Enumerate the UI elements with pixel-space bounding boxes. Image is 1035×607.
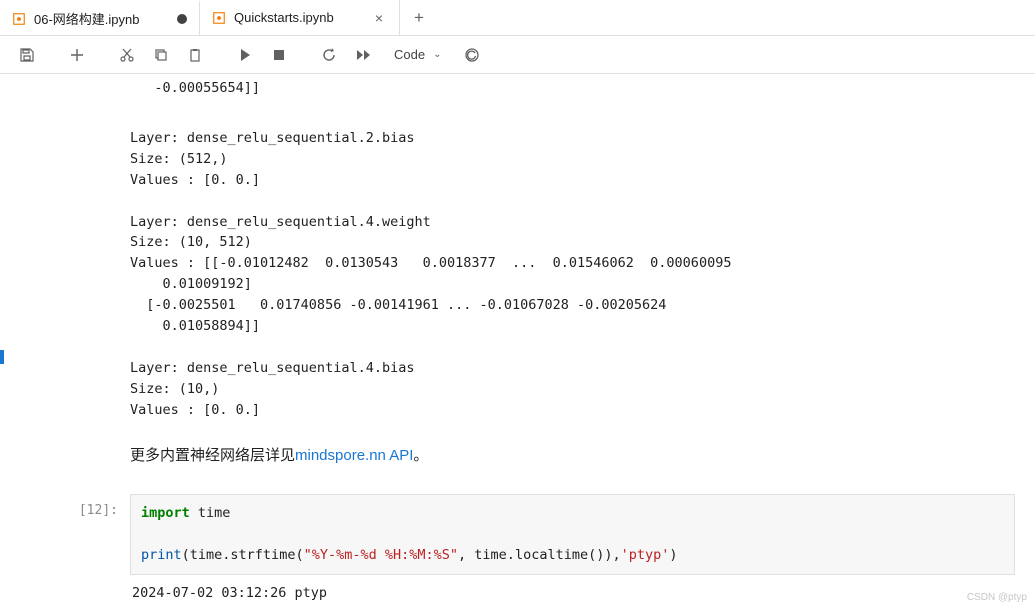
method: strftime xyxy=(230,547,295,563)
restart-run-all-button[interactable] xyxy=(348,40,378,70)
chevron-down-icon: ⌄ xyxy=(433,49,441,60)
restart-icon xyxy=(321,47,337,63)
code-text: (time. xyxy=(182,547,231,563)
notebook-area[interactable]: -0.00055654]] Layer: dense_relu_sequenti… xyxy=(0,74,1035,607)
builtin: print xyxy=(141,547,182,563)
code-cell[interactable]: [12]: import time print(time.strftime("%… xyxy=(20,494,1015,575)
markdown-cell: 更多内置神经网络层详见mindspore.nn API。 xyxy=(0,425,1035,487)
watermark: CSDN @ptyp xyxy=(967,592,1027,603)
code-text: , time. xyxy=(458,547,515,563)
api-link[interactable]: mindspore.nn API xyxy=(295,447,413,464)
keyword: import xyxy=(141,505,190,521)
insert-cell-button[interactable] xyxy=(62,40,92,70)
code-text: ) xyxy=(669,547,677,563)
string: "%Y-%m-%d %H:%M:%S" xyxy=(304,547,458,563)
notebook-icon xyxy=(12,12,26,26)
plus-icon xyxy=(69,47,85,63)
save-icon xyxy=(19,47,35,63)
code-text: time xyxy=(190,505,231,521)
save-button[interactable] xyxy=(12,40,42,70)
output-text: -0.00055654]] xyxy=(0,74,1035,103)
circle-arrow-icon xyxy=(464,47,480,63)
cell-prompt: [12]: xyxy=(20,494,130,575)
tab-inactive[interactable]: Quickstarts.ipynb × xyxy=(200,0,400,35)
output-block: Layer: dense_relu_sequential.2.bias Size… xyxy=(130,130,414,188)
code-input[interactable]: import time print(time.strftime("%Y-%m-%… xyxy=(130,494,1015,575)
fast-forward-icon xyxy=(355,47,371,63)
markdown-text: 更多内置神经网络层详见 xyxy=(130,447,295,464)
restart-button[interactable] xyxy=(314,40,344,70)
stop-button[interactable] xyxy=(264,40,294,70)
paste-button[interactable] xyxy=(180,40,210,70)
play-icon xyxy=(237,47,253,63)
add-tab-button[interactable]: + xyxy=(400,8,438,28)
tab-name: 06-网络构建.ipynb xyxy=(34,9,169,28)
code-output: 2024-07-02 03:12:26 ptyp xyxy=(0,575,1035,605)
markdown-text: 。 xyxy=(413,447,428,464)
output-block: Layer: dense_relu_sequential.4.weight Si… xyxy=(130,214,731,335)
tab-active[interactable]: 06-网络构建.ipynb xyxy=(0,0,200,35)
cell-type-label: Code xyxy=(394,47,425,62)
tab-name: Quickstarts.ipynb xyxy=(234,10,363,25)
run-button[interactable] xyxy=(230,40,260,70)
tab-bar: 06-网络构建.ipynb Quickstarts.ipynb × + xyxy=(0,0,1035,36)
string: 'ptyp' xyxy=(621,547,670,563)
method: localtime xyxy=(515,547,588,563)
paste-icon xyxy=(187,47,203,63)
stop-icon xyxy=(271,47,287,63)
code-text: ()), xyxy=(588,547,621,563)
toolbar: Code ⌄ xyxy=(0,36,1035,74)
output-text: Layer: dense_relu_sequential.2.bias Size… xyxy=(0,103,1035,425)
cut-button[interactable] xyxy=(112,40,142,70)
cell-type-select[interactable]: Code ⌄ xyxy=(388,47,447,62)
cut-icon xyxy=(119,47,135,63)
close-icon[interactable]: × xyxy=(371,10,387,26)
unsaved-dot-icon xyxy=(177,14,187,24)
copy-button[interactable] xyxy=(146,40,176,70)
render-button[interactable] xyxy=(457,40,487,70)
notebook-icon xyxy=(212,11,226,25)
copy-icon xyxy=(153,47,169,63)
active-indicator xyxy=(0,350,4,364)
output-block: Layer: dense_relu_sequential.4.bias Size… xyxy=(130,360,414,418)
